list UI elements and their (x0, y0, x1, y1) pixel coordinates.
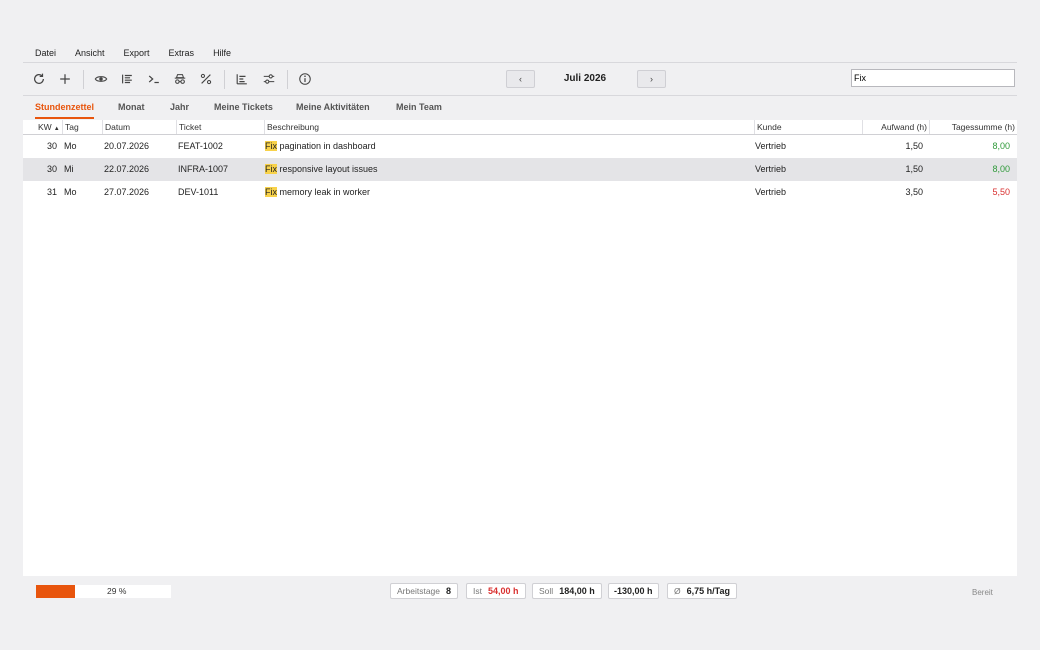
eye-icon[interactable] (92, 70, 110, 88)
cell-tag: Mo (64, 187, 77, 197)
progress-bar: 29 % (36, 585, 171, 598)
timesheet-table: KW ▲ Tag Datum Ticket Beschreibung Kunde … (23, 120, 1017, 576)
cell-ticket: INFRA-1007 (178, 164, 229, 174)
cell-kunde: Vertrieb (755, 164, 787, 174)
cell-aufwand: 3,50 (905, 187, 923, 197)
current-month-label: Juli 2026 (563, 73, 607, 84)
ist-value: 54,00 h (487, 586, 519, 596)
cell-kunde: Vertrieb (755, 141, 787, 151)
cell-tag: Mo (64, 141, 77, 151)
tab-monat[interactable]: Monat (118, 96, 145, 118)
next-month-button[interactable]: › (637, 70, 666, 88)
prev-month-button[interactable]: ‹ (506, 70, 535, 88)
cell-kw: 30 (46, 141, 57, 151)
table-row[interactable]: 30 Mi 22.07.2026 INFRA-1007 Fix responsi… (23, 158, 1017, 181)
table-row[interactable]: 30 Mo 20.07.2026 FEAT-1002 Fix paginatio… (23, 135, 1017, 158)
table-header: KW ▲ Tag Datum Ticket Beschreibung Kunde … (23, 120, 1017, 135)
column-header-aufwand[interactable]: Aufwand (h) (862, 120, 930, 134)
cell-beschreibung: Fix memory leak in worker (265, 181, 370, 204)
menu-export[interactable]: Export (124, 48, 150, 58)
add-icon[interactable] (56, 70, 74, 88)
chevron-right-icon: › (650, 74, 653, 84)
progress-text: 29 % (107, 586, 127, 596)
ist-label: Ist (473, 586, 482, 596)
percent-icon[interactable] (197, 70, 215, 88)
average-icon: Ø (674, 586, 681, 596)
arbeitstage-badge: Arbeitstage 8 (390, 583, 459, 599)
column-header-kunde[interactable]: Kunde (754, 120, 863, 134)
toolbar-divider (224, 70, 225, 89)
column-header-tagessumme[interactable]: Tagessumme (h) (929, 120, 1017, 134)
soll-label: Soll (539, 586, 554, 596)
arbeitstage-value: 8 (446, 586, 452, 596)
status-bar: 29 % Arbeitstage 8 Ist 54,00 h Soll 184,00 … (23, 577, 1017, 607)
cell-datum: 27.07.2026 (104, 187, 150, 197)
tab-meine-tickets[interactable]: Meine Tickets (214, 96, 273, 118)
menu-hilfe[interactable]: Hilfe (213, 48, 231, 58)
tab-jahr[interactable]: Jahr (170, 96, 189, 118)
description-text: memory leak in worker (277, 187, 371, 197)
search-input[interactable] (851, 69, 1015, 87)
cell-datum: 22.07.2026 (104, 164, 150, 174)
column-header-kw[interactable]: KW ▲ (23, 120, 61, 134)
tab-mein-team[interactable]: Mein Team (396, 96, 442, 118)
description-text: responsive layout issues (277, 164, 378, 174)
column-header-ticket[interactable]: Ticket (176, 120, 264, 134)
ist-badge: Ist 54,00 h (466, 583, 526, 599)
tab-meine-aktivitaeten[interactable]: Meine Aktivitäten (296, 96, 370, 118)
spy-icon[interactable] (171, 70, 189, 88)
column-header-beschreibung[interactable]: Beschreibung (264, 120, 755, 134)
refresh-icon[interactable] (30, 70, 48, 88)
soll-badge: Soll 184,00 h (532, 583, 602, 599)
cell-kw: 30 (46, 164, 57, 174)
cell-datum: 20.07.2026 (104, 141, 150, 151)
sort-ascending-icon: ▲ (53, 126, 60, 132)
terminal-icon[interactable] (145, 70, 163, 88)
tab-stundenzettel[interactable]: Stundenzettel (35, 96, 95, 119)
chevron-left-icon: ‹ (519, 74, 522, 84)
view-tabs: Stundenzettel Monat Jahr Meine Tickets M… (23, 96, 1017, 119)
difference-badge: -130,00 h (608, 583, 659, 599)
column-header-datum[interactable]: Datum (102, 120, 176, 134)
cell-beschreibung: Fix pagination in dashboard (265, 135, 376, 158)
cell-aufwand: 1,50 (905, 164, 923, 174)
cell-tag: Mi (64, 164, 74, 174)
cell-tagessumme: 8,00 (992, 141, 1010, 151)
column-header-tag[interactable]: Tag (62, 120, 103, 134)
search-highlight: Fix (265, 164, 277, 174)
search-highlight: Fix (265, 187, 277, 197)
column-label: KW (38, 122, 52, 132)
cell-ticket: DEV-1011 (178, 187, 219, 197)
menu-extras[interactable]: Extras (169, 48, 195, 58)
soll-value: 184,00 h (559, 586, 595, 596)
progress-fill (36, 585, 76, 598)
cell-ticket: FEAT-1002 (178, 141, 223, 151)
cell-aufwand: 1,50 (905, 141, 923, 151)
menu-ansicht[interactable]: Ansicht (75, 48, 105, 58)
cell-kunde: Vertrieb (755, 187, 787, 197)
arbeitstage-label: Arbeitstage (397, 586, 440, 596)
toolbar-divider (287, 70, 288, 89)
menu-bar: Datei Ansicht Export Extras Hilfe (23, 44, 1017, 63)
cell-kw: 31 (46, 187, 57, 197)
table-row[interactable]: 31 Mo 27.07.2026 DEV-1011 Fix memory lea… (23, 181, 1017, 204)
description-text: pagination in dashboard (277, 141, 376, 151)
cell-tagessumme: 5,50 (992, 187, 1010, 197)
list-icon[interactable] (118, 70, 136, 88)
difference-value: -130,00 h (614, 586, 653, 596)
align-left-icon[interactable] (233, 70, 251, 88)
info-icon[interactable] (296, 70, 314, 88)
toolbar: ‹ Juli 2026 › (23, 64, 1017, 96)
cell-beschreibung: Fix responsive layout issues (265, 158, 378, 181)
sliders-icon[interactable] (260, 70, 278, 88)
average-badge: Ø 6,75 h/Tag (667, 583, 737, 599)
search-highlight: Fix (265, 141, 277, 151)
menu-datei[interactable]: Datei (35, 48, 56, 58)
average-value: 6,75 h/Tag (686, 586, 730, 596)
toolbar-divider (83, 70, 84, 89)
cell-tagessumme: 8,00 (992, 164, 1010, 174)
status-text: Bereit (972, 588, 993, 597)
